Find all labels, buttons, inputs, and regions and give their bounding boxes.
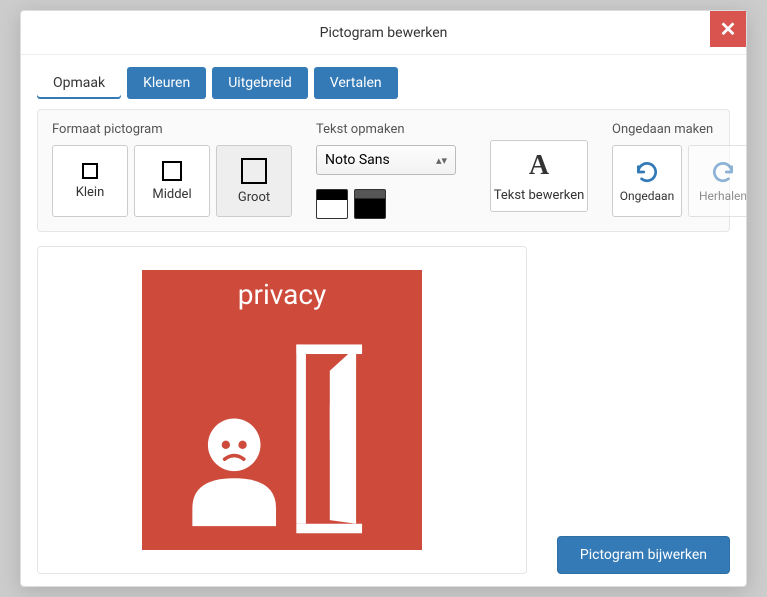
preview-card: privacy: [37, 246, 527, 574]
font-select-value: Noto Sans: [325, 152, 390, 168]
tab-kleuren[interactable]: Kleuren: [127, 67, 206, 99]
privacy-icon: [162, 311, 402, 550]
text-format-group: Tekst opmaken Noto Sans ▴▾: [316, 122, 466, 219]
format-toolbar: Formaat pictogram Klein Middel Groot: [37, 109, 730, 232]
redo-icon: [710, 159, 736, 185]
undo-button[interactable]: Ongedaan: [612, 145, 682, 217]
tab-opmaak[interactable]: Opmaak: [37, 67, 121, 99]
modal-title: Pictogram bewerken: [320, 25, 448, 41]
size-small-label: Klein: [76, 185, 105, 200]
undo-group: Ongedaan maken Ongedaan: [612, 122, 746, 217]
size-medium-label: Middel: [152, 187, 191, 202]
size-small-icon: [82, 163, 98, 179]
preview-area: privacy: [37, 246, 730, 574]
tab-vertalen[interactable]: Vertalen: [314, 67, 398, 99]
modal-body: Opmaak Kleuren Uitgebreid Vertalen Forma…: [21, 55, 746, 586]
size-label: Formaat pictogram: [52, 122, 292, 137]
undo-group-label: Ongedaan maken: [612, 122, 746, 137]
size-large-icon: [241, 158, 267, 184]
redo-button[interactable]: Herhalen: [688, 145, 746, 217]
edit-text-group: A Tekst bewerken: [490, 122, 588, 212]
edit-text-button[interactable]: A Tekst bewerken: [490, 140, 588, 212]
size-medium-icon: [162, 161, 182, 181]
pictogram-preview: privacy: [142, 270, 422, 550]
redo-label: Herhalen: [699, 189, 746, 203]
font-select[interactable]: Noto Sans ▴▾: [316, 145, 456, 175]
close-button[interactable]: ✕: [710, 11, 746, 47]
undo-row: Ongedaan Herhalen: [612, 145, 746, 217]
undo-label: Ongedaan: [620, 189, 674, 203]
size-medium-button[interactable]: Middel: [134, 145, 210, 217]
text-position-row: [316, 189, 466, 219]
text-format-label: Tekst opmaken: [316, 122, 466, 137]
undo-icon: [634, 159, 660, 185]
edit-text-label: Tekst bewerken: [494, 188, 585, 203]
preview-right-column: Pictogram bijwerken: [541, 246, 730, 574]
edit-pictogram-modal: Pictogram bewerken ✕ Opmaak Kleuren Uitg…: [20, 10, 747, 587]
size-large-button[interactable]: Groot: [216, 145, 292, 217]
pictogram-caption: privacy: [238, 278, 327, 311]
submit-button[interactable]: Pictogram bijwerken: [557, 536, 730, 574]
size-small-button[interactable]: Klein: [52, 145, 128, 217]
text-position-bottom-button[interactable]: [354, 189, 386, 219]
tab-bar: Opmaak Kleuren Uitgebreid Vertalen: [37, 67, 730, 99]
modal-header: Pictogram bewerken ✕: [21, 11, 746, 55]
text-edit-icon: A: [529, 150, 549, 182]
size-options: Klein Middel Groot: [52, 145, 292, 217]
text-position-top-button[interactable]: [316, 189, 348, 219]
dropdown-icon: ▴▾: [436, 154, 447, 167]
size-group: Formaat pictogram Klein Middel Groot: [52, 122, 292, 217]
size-large-label: Groot: [238, 190, 270, 205]
tab-uitgebreid[interactable]: Uitgebreid: [212, 67, 308, 99]
close-icon: ✕: [720, 17, 737, 41]
